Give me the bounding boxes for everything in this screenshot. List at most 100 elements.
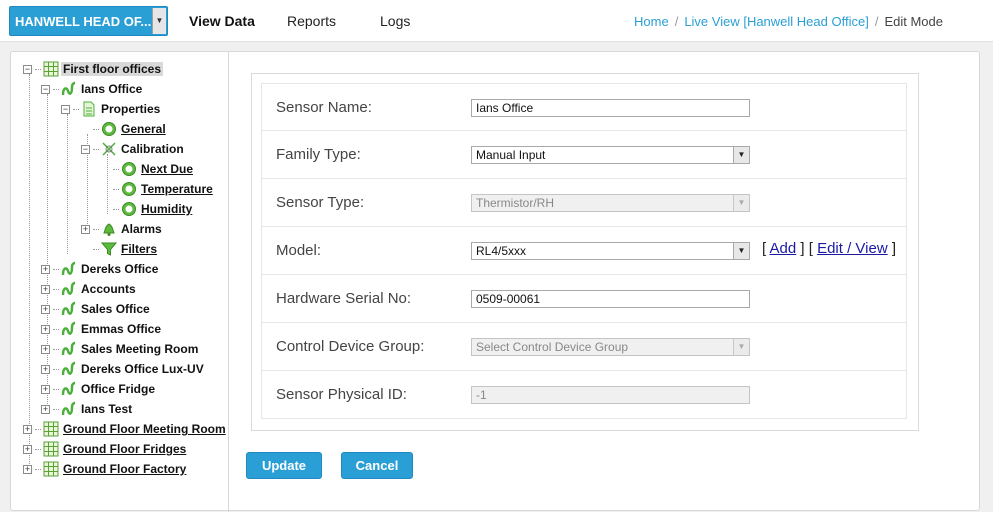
sensor-icon (61, 81, 77, 97)
hardware-serial-input[interactable]: 0509-00061 (471, 290, 750, 308)
breadcrumb-home-link[interactable]: Home (634, 14, 669, 29)
tree-node-label: Accounts (81, 282, 136, 296)
tree-node-humidity[interactable]: Humidity (101, 199, 194, 219)
tree-node-label: Emmas Office (81, 322, 162, 336)
family-type-select[interactable]: Manual Input ▼ (471, 146, 750, 164)
control-device-group-label: Control Device Group: (276, 338, 425, 355)
tree-node-label: Alarms (121, 222, 162, 236)
tree-connector (67, 114, 68, 254)
collapse-icon[interactable]: − (61, 104, 70, 114)
document-icon (81, 101, 97, 117)
tree-node-label: First floor offices (61, 62, 164, 76)
tree-node-next-due[interactable]: Next Due (101, 159, 195, 179)
tree-node-general[interactable]: General (81, 119, 168, 139)
expand-icon[interactable]: + (41, 384, 50, 394)
tree-node-label: Sales Meeting Room (81, 342, 199, 356)
sensor-icon (61, 401, 77, 417)
tree-node-ground-floor-fridges[interactable]: + Ground Floor Fridges (23, 439, 188, 459)
tree-node-sales-meeting-room[interactable]: + Sales Meeting Room (41, 339, 200, 359)
bell-icon (101, 221, 117, 237)
bracket-text: ] [ (800, 240, 813, 257)
sensor-physical-id-input: -1 (471, 386, 750, 404)
sensor-tree: − First floor offices − Ians Office − Pr… (11, 52, 229, 512)
tree-node-emmas-office[interactable]: + Emmas Office (41, 319, 163, 339)
tab-reports[interactable]: Reports (287, 13, 336, 29)
expand-icon[interactable]: + (41, 344, 50, 354)
breadcrumb-separator: / (874, 14, 879, 29)
green-circle-icon (121, 161, 137, 177)
sensor-icon (61, 301, 77, 317)
tree-node-label: Calibration (121, 142, 184, 156)
expand-icon[interactable]: + (41, 304, 50, 314)
collapse-icon[interactable]: − (81, 144, 90, 154)
collapse-icon[interactable]: − (41, 84, 50, 94)
tree-node-alarms[interactable]: + Alarms (81, 219, 164, 239)
edit-view-model-link[interactable]: Edit / View (817, 240, 888, 257)
tree-node-sales-office[interactable]: + Sales Office (41, 299, 152, 319)
expand-icon[interactable]: + (81, 224, 90, 234)
grid-icon (43, 461, 59, 477)
expand-icon[interactable]: + (41, 284, 50, 294)
green-circle-icon (121, 201, 137, 217)
form-row-family-type: Family Type: Manual Input ▼ (261, 131, 907, 179)
tree-node-dereks-office[interactable]: + Dereks Office (41, 259, 160, 279)
tree-node-label: Dereks Office Lux-UV (81, 362, 204, 376)
tree-node-ians-test[interactable]: + Ians Test (41, 399, 134, 419)
add-model-link[interactable]: Add (770, 240, 797, 257)
expand-icon[interactable]: + (23, 424, 32, 434)
cancel-button[interactable]: Cancel (341, 452, 413, 479)
bracket-text: ] (891, 240, 897, 257)
chevron-down-icon[interactable]: ▼ (733, 147, 749, 163)
expand-icon[interactable]: + (41, 364, 50, 374)
form-row-control-device-group: Control Device Group: Select Control Dev… (261, 323, 907, 371)
tree-node-ians-office[interactable]: − Ians Office (41, 79, 144, 99)
tree-node-label: Office Fridge (81, 382, 156, 396)
tree-node-label: Ians Test (81, 402, 133, 416)
tree-node-dereks-office-lux-uv[interactable]: + Dereks Office Lux-UV (41, 359, 206, 379)
sensor-icon (61, 381, 77, 397)
control-device-group-placeholder: Select Control Device Group (476, 340, 629, 354)
tree-node-ground-floor-meeting-room[interactable]: + Ground Floor Meeting Room (23, 419, 228, 439)
expand-icon[interactable]: + (23, 464, 32, 474)
tree-node-first-floor-offices[interactable]: − First floor offices (23, 59, 164, 79)
expand-icon[interactable]: + (41, 324, 50, 334)
update-button[interactable]: Update (246, 452, 322, 479)
control-device-group-select: Select Control Device Group ▼ (471, 338, 750, 356)
tree-node-properties[interactable]: − Properties (61, 99, 162, 119)
sensor-physical-id-label: Sensor Physical ID: (276, 386, 407, 403)
tab-logs[interactable]: Logs (380, 13, 410, 29)
tree-node-ground-floor-factory[interactable]: + Ground Floor Factory (23, 459, 188, 479)
breadcrumb-current: Edit Mode (884, 14, 943, 29)
tree-node-office-fridge[interactable]: + Office Fridge (41, 379, 157, 399)
main-card: − First floor offices − Ians Office − Pr… (10, 51, 980, 512)
chevron-down-icon: ▼ (733, 195, 749, 211)
expand-icon[interactable]: + (41, 264, 50, 274)
tree-node-accounts[interactable]: + Accounts (41, 279, 138, 299)
site-select-dropdown[interactable]: HANWELL HEAD OF... ▼ (9, 6, 168, 36)
tree-node-filters[interactable]: Filters (81, 239, 159, 259)
sensor-type-value: Thermistor/RH (476, 196, 555, 210)
sensor-type-select: Thermistor/RH ▼ (471, 194, 750, 212)
breadcrumb-live-view-link[interactable]: Live View [Hanwell Head Office] (684, 14, 869, 29)
chevron-down-icon: ▼ (733, 339, 749, 355)
filter-icon (101, 241, 117, 257)
calibration-icon (101, 141, 117, 157)
form-row-sensor-type: Sensor Type: Thermistor/RH ▼ (261, 179, 907, 227)
bracket-text: [ (762, 240, 767, 257)
sensor-name-input[interactable]: Ians Office (471, 99, 750, 117)
expand-icon[interactable]: + (41, 404, 50, 414)
tab-view-data[interactable]: View Data (189, 13, 255, 29)
expand-icon[interactable]: + (23, 444, 32, 454)
model-select[interactable]: RL4/5xxx ▼ (471, 242, 750, 260)
tree-node-label: Sales Office (81, 302, 150, 316)
sensor-icon (61, 361, 77, 377)
green-circle-icon (101, 121, 117, 137)
breadcrumb-separator: / (674, 14, 679, 29)
collapse-icon[interactable]: − (23, 64, 32, 74)
sensor-type-label: Sensor Type: (276, 194, 365, 211)
tree-node-calibration[interactable]: − Calibration (81, 139, 186, 159)
chevron-down-icon[interactable]: ▼ (152, 8, 166, 34)
tree-node-temperature[interactable]: Temperature (101, 179, 215, 199)
sensor-icon (61, 341, 77, 357)
chevron-down-icon[interactable]: ▼ (733, 243, 749, 259)
